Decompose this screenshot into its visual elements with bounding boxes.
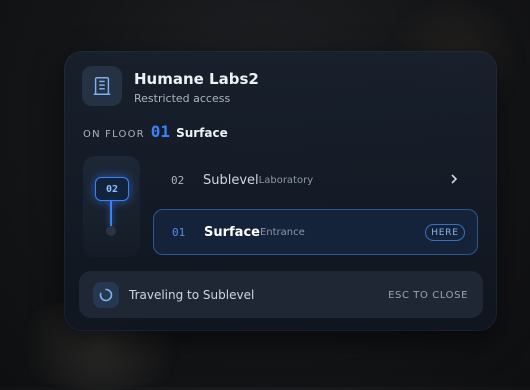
current-floor-number: 01 [150, 122, 171, 141]
current-floor-label: ON FLOOR [83, 129, 145, 140]
floor-name: Sublevel [203, 172, 259, 188]
current-floor-name: Surface [176, 126, 228, 140]
elevator-panel: Humane Labs2 Restricted access ON FLOOR … [64, 51, 497, 331]
esc-close-hint[interactable]: ESC TO CLOSE [388, 290, 468, 301]
floor-option-sublevel[interactable]: 02 Sublevel Laboratory [153, 157, 478, 203]
travel-status: Traveling to Sublevel [129, 288, 255, 302]
location-subtitle: Restricted access [134, 92, 231, 105]
chevron-right-icon [448, 171, 460, 190]
building-icon [82, 66, 122, 106]
shaft-line [110, 201, 112, 226]
floor-name: Surface [204, 224, 260, 240]
here-badge: HERE [425, 224, 465, 241]
current-floor-indicator: ON FLOOR 01 Surface [83, 122, 228, 141]
location-title: Humane Labs2 [134, 70, 259, 88]
spinner-icon [93, 282, 119, 308]
shaft-floor-badge: 02 [95, 177, 129, 201]
elevator-shaft: 02 [83, 156, 140, 257]
floor-description: Laboratory [258, 174, 314, 186]
floor-number: 02 [171, 173, 185, 187]
floor-number: 01 [172, 225, 186, 239]
floor-description: Entrance [259, 226, 305, 238]
shaft-dot [106, 226, 116, 236]
floor-option-surface[interactable]: 01 Surface Entrance HERE [153, 209, 478, 255]
status-bar: Traveling to Sublevel ESC TO CLOSE [79, 271, 483, 318]
